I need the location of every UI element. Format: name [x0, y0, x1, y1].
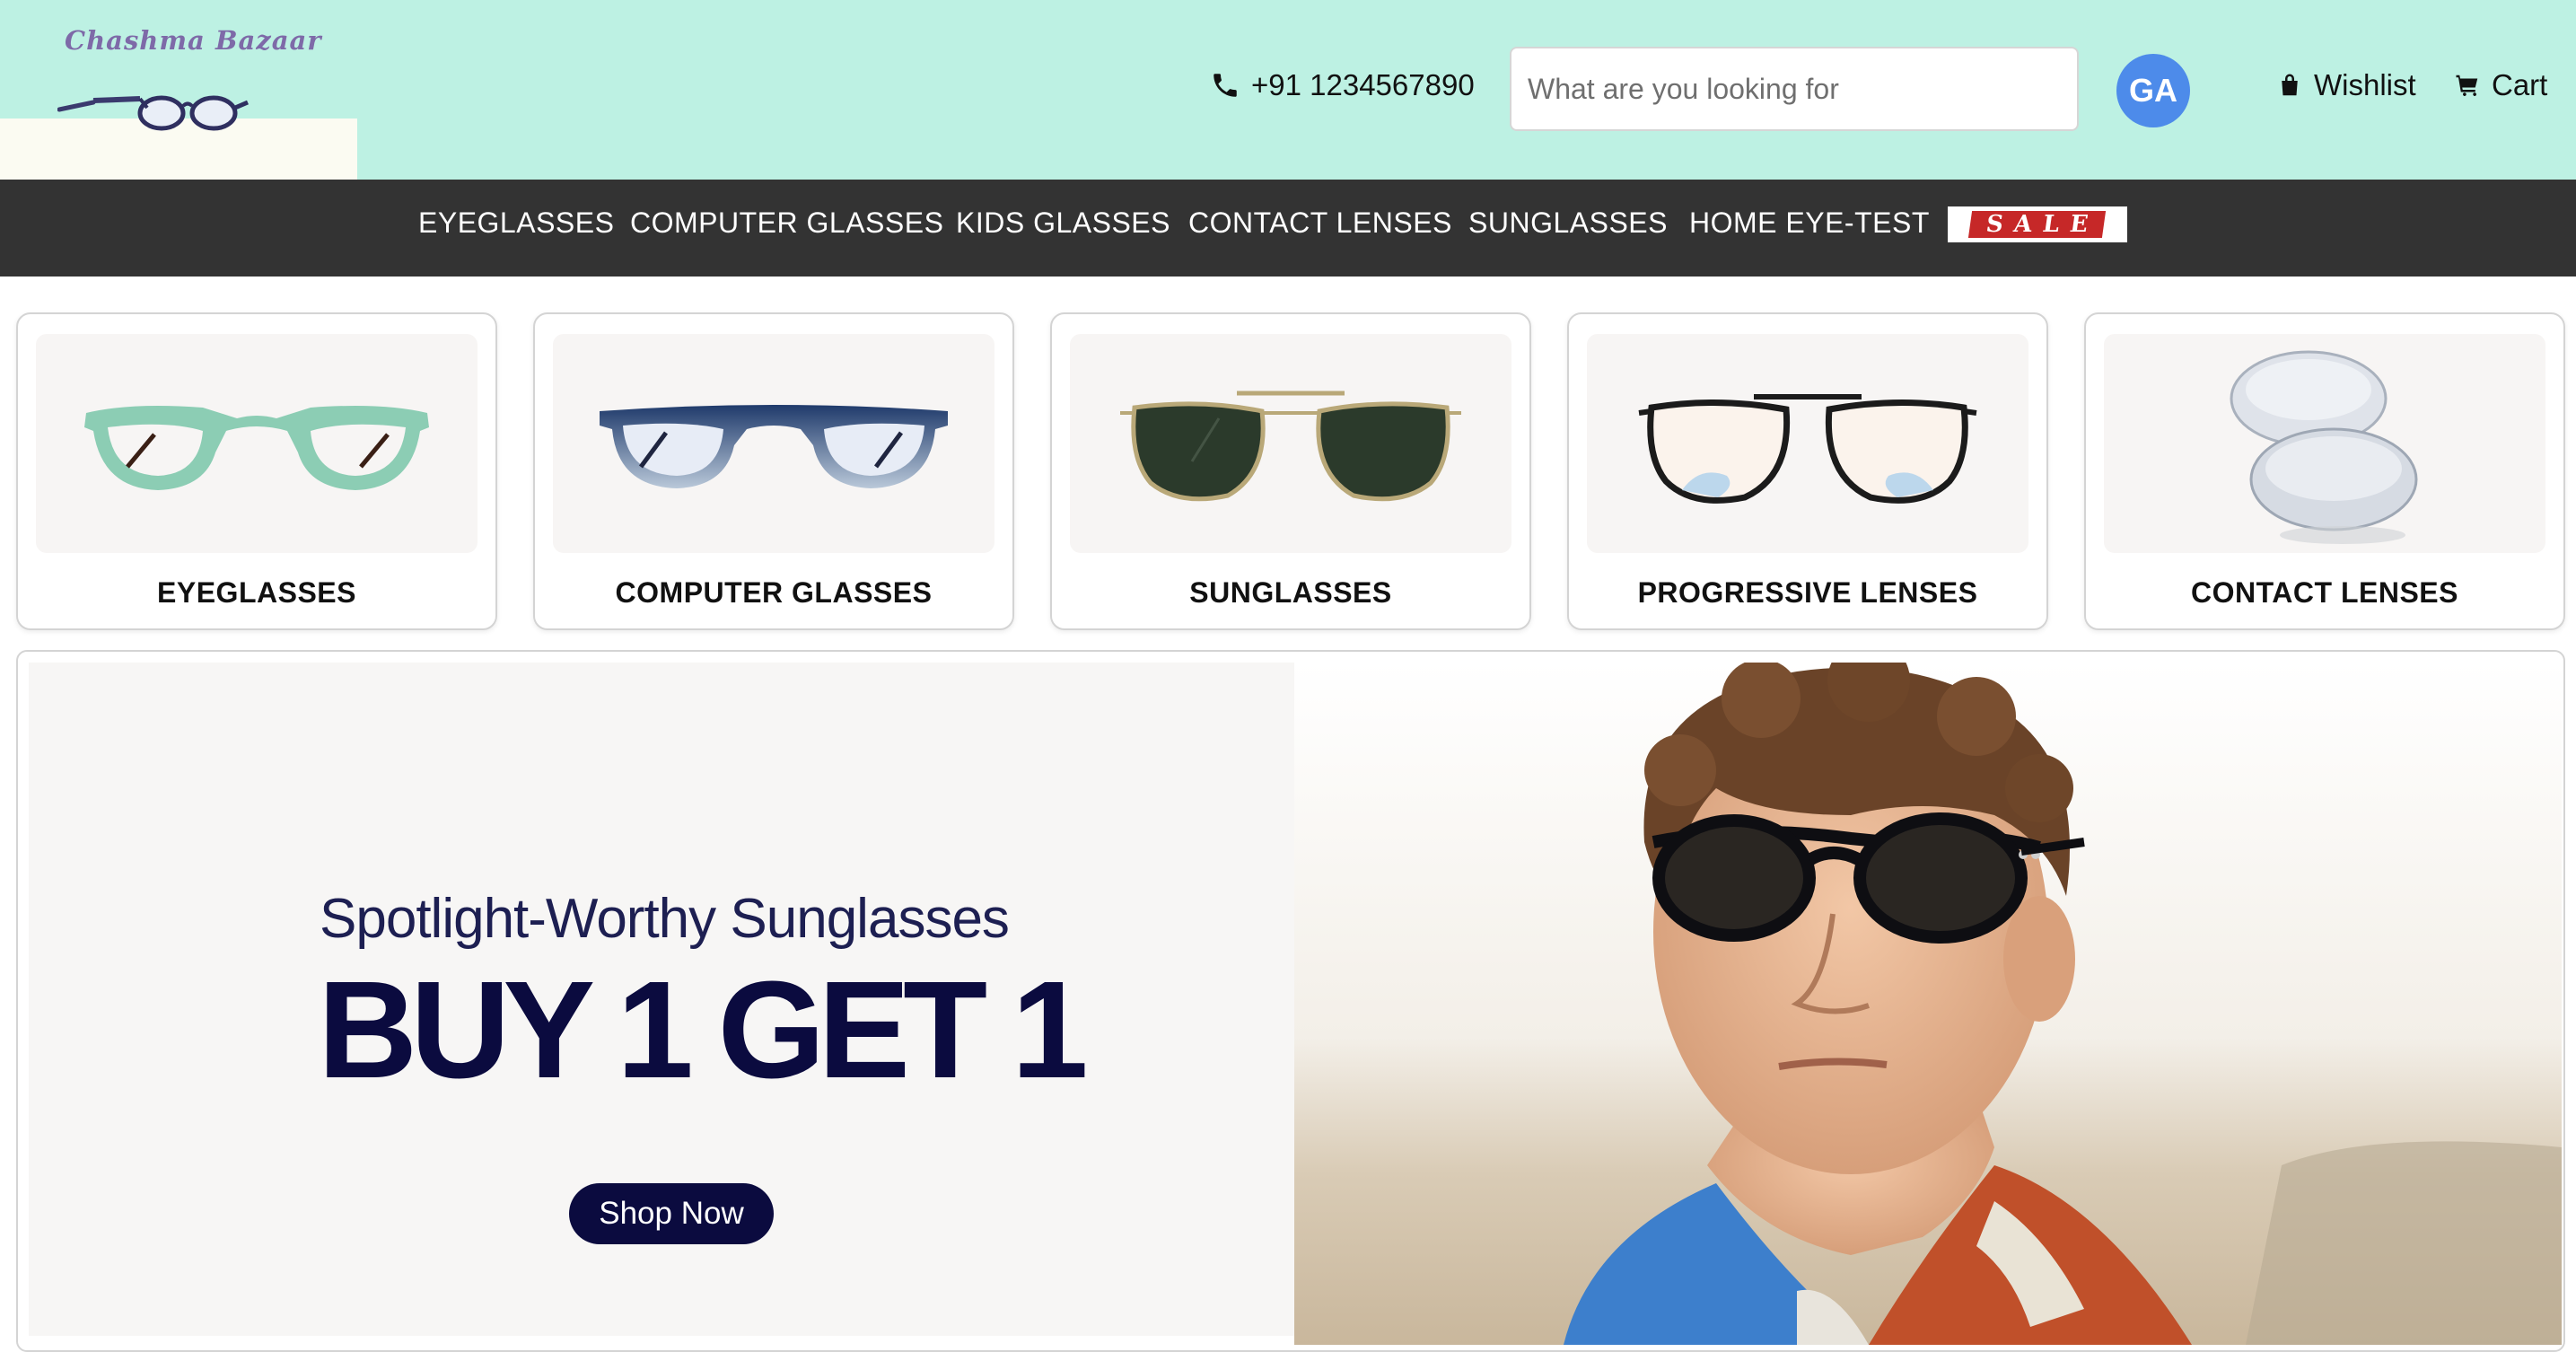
category-card-progressive-lenses[interactable]: PROGRESSIVE LENSES: [1567, 312, 2048, 630]
nav-item-eyeglasses[interactable]: EYEGLASSES: [418, 206, 614, 240]
contact-lens-icon: [2230, 350, 2418, 544]
phone-number: +91 1234567890: [1251, 68, 1475, 101]
site-header: Chashma Bazaar +91 1234567890 GA Wishlis…: [0, 0, 2576, 180]
category-label: EYEGLASSES: [157, 576, 356, 609]
phone-icon: [1214, 74, 1237, 97]
nav-item-home-eye-test[interactable]: HOME EYE-TEST: [1689, 206, 1930, 240]
nav-item-computer-glasses[interactable]: COMPUTER GLASSES: [630, 206, 943, 240]
model-photo: [1294, 663, 2562, 1345]
nav-item-sunglasses[interactable]: SUNGLASSES: [1468, 206, 1668, 240]
nav-item-contact-lenses[interactable]: CONTACT LENSES: [1188, 206, 1452, 240]
cart-link[interactable]: Cart: [2454, 68, 2547, 102]
category-card-computer-glasses[interactable]: COMPUTER GLASSES: [533, 312, 1014, 630]
promo-text-panel: Spotlight-Worthy Sunglasses BUY 1 GET 1 …: [29, 663, 1294, 1336]
aviator-sunglasses-icon: [1120, 391, 1461, 502]
brand-name: Chashma Bazaar: [65, 25, 322, 56]
search-input[interactable]: [1510, 47, 2079, 131]
category-label: COMPUTER GLASSES: [615, 576, 933, 609]
sale-badge[interactable]: SALE: [1948, 206, 2127, 242]
logo-glasses-icon: [57, 95, 249, 131]
shop-now-button[interactable]: Shop Now: [569, 1183, 774, 1244]
cart-icon: [2456, 75, 2478, 96]
user-avatar[interactable]: GA: [2116, 54, 2190, 127]
promo-title: BUY 1 GET 1: [318, 953, 1089, 1107]
category-label: PROGRESSIVE LENSES: [1637, 576, 1978, 609]
phone-contact[interactable]: +91 1234567890: [1210, 68, 1475, 102]
category-card-eyeglasses[interactable]: EYEGLASSES: [16, 312, 497, 630]
promo-model-image: [1294, 663, 2562, 1345]
shopping-bag-icon: [2282, 74, 2298, 96]
category-image: [36, 334, 478, 553]
category-label: SUNGLASSES: [1189, 576, 1392, 609]
category-label: CONTACT LENSES: [2191, 576, 2458, 609]
sale-label: SALE: [1968, 211, 2107, 238]
category-image: [553, 334, 994, 553]
category-image: [2104, 334, 2545, 553]
wishlist-label: Wishlist: [2314, 68, 2416, 101]
category-image: [1070, 334, 1511, 553]
main-nav: EYEGLASSES COMPUTER GLASSES KIDS GLASSES…: [0, 180, 2576, 277]
category-image: [1587, 334, 2028, 553]
cart-label: Cart: [2492, 68, 2548, 101]
category-card-contact-lenses[interactable]: CONTACT LENSES: [2084, 312, 2565, 630]
brand-logo[interactable]: Chashma Bazaar: [0, 0, 357, 180]
promo-subtitle: Spotlight-Worthy Sunglasses: [320, 888, 1010, 950]
promo-banner[interactable]: Spotlight-Worthy Sunglasses BUY 1 GET 1 …: [16, 650, 2565, 1352]
progressive-glasses-icon: [1638, 394, 1977, 504]
nav-item-kids-glasses[interactable]: KIDS GLASSES: [956, 206, 1170, 240]
wishlist-link[interactable]: Wishlist: [2276, 68, 2416, 102]
green-eyeglasses-icon: [84, 406, 429, 490]
blue-computer-glasses-icon: [600, 405, 948, 488]
category-card-sunglasses[interactable]: SUNGLASSES: [1050, 312, 1531, 630]
